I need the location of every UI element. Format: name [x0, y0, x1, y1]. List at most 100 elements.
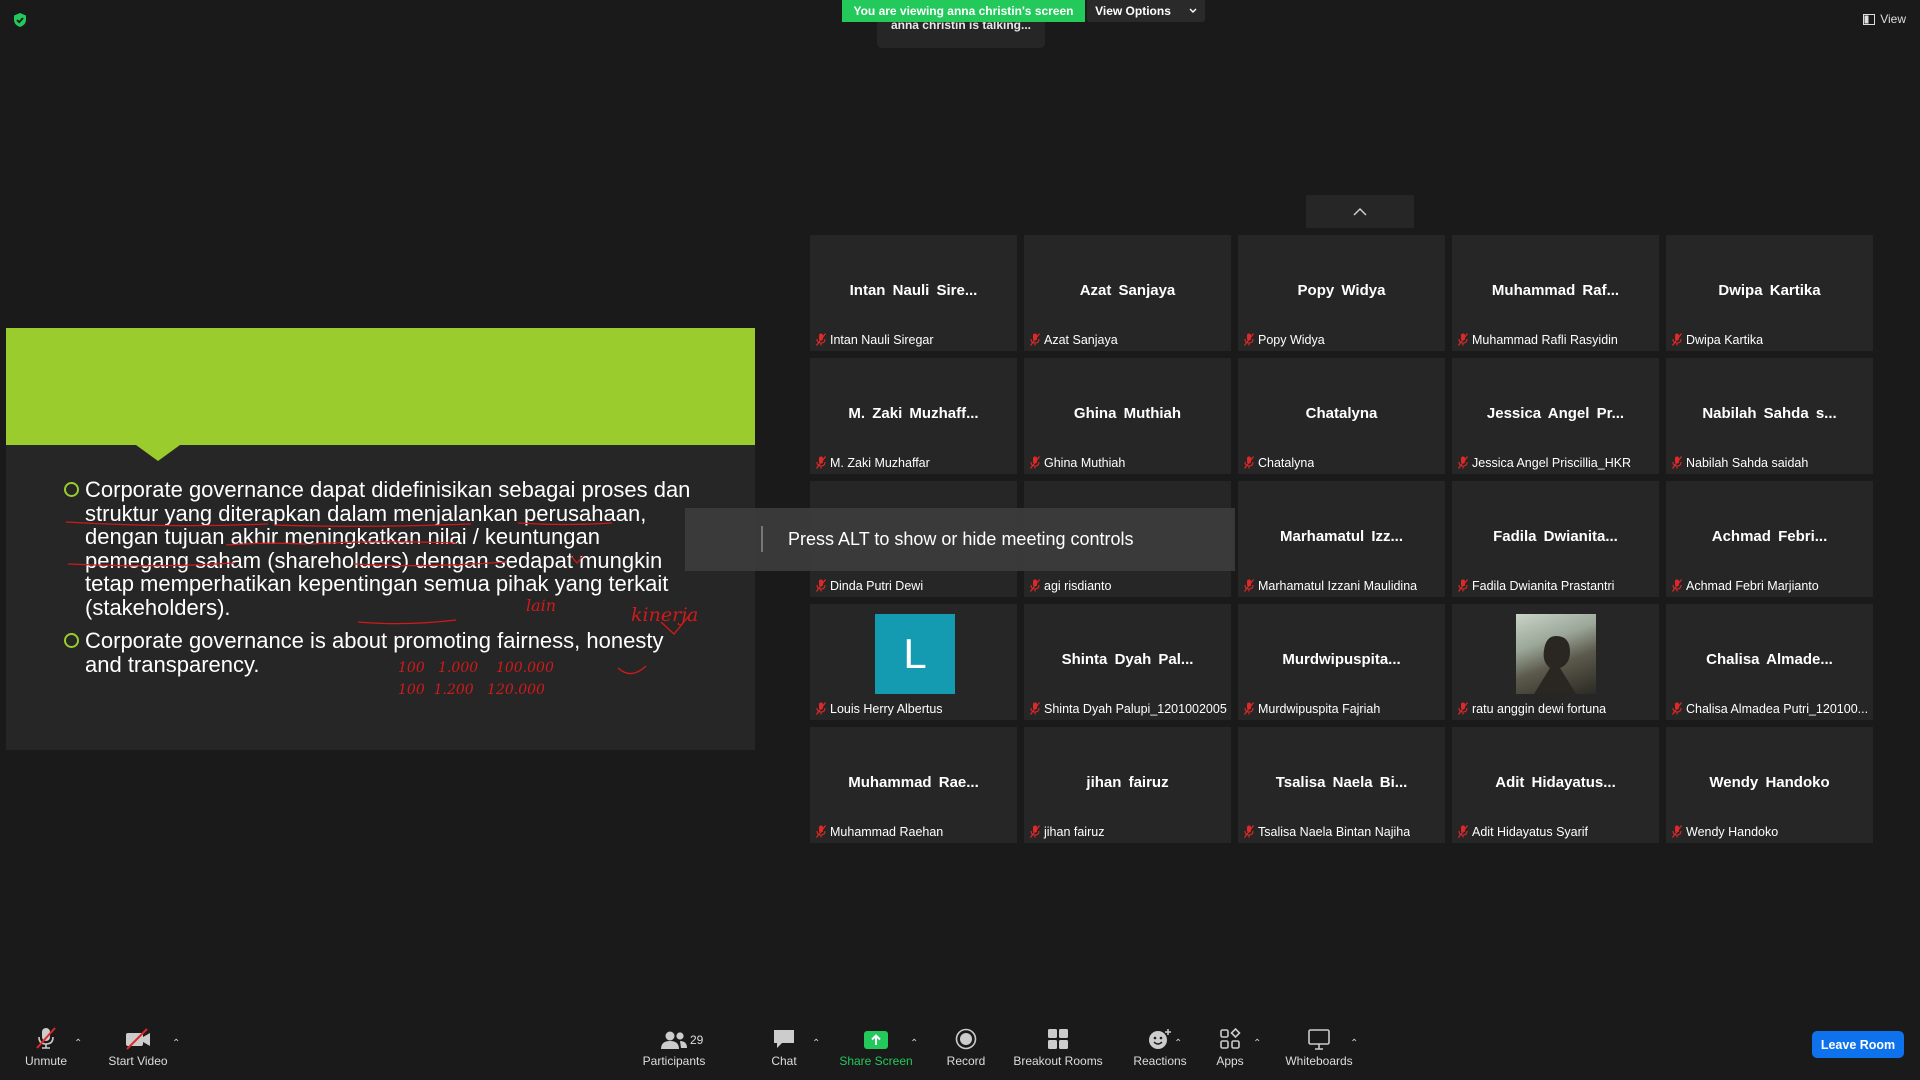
slide-bullet: Corporate governance is about promoting … [64, 629, 704, 676]
unmute-label: Unmute [24, 1054, 68, 1068]
participants-button[interactable]: 29 Participants [640, 1020, 708, 1080]
participant-display-name: Intan Nauli Sire... [849, 282, 978, 299]
smiley-reaction-icon [1149, 1029, 1171, 1049]
participant-name-tag: Popy Widya [1244, 331, 1325, 348]
participant-display-name: Nabilah Sahda s... [1702, 405, 1837, 422]
view-layout-button[interactable]: View [1863, 12, 1906, 26]
participant-name-tag: Wendy Handoko [1672, 823, 1778, 840]
participant-display-name: Jessica Angel Pr... [1486, 405, 1625, 422]
participant-name-tag: Achmad Febri Marjianto [1672, 577, 1819, 594]
participant-tile[interactable]: Tsalisa Naela Bi... Tsalisa Naela Bintan … [1238, 727, 1445, 843]
participant-display-name: Dwipa Kartika [1718, 282, 1821, 299]
participant-tile[interactable]: Intan Nauli Sire... Intan Nauli Siregar [810, 235, 1017, 351]
participant-display-name: Chalisa Almade... [1706, 651, 1833, 668]
participant-name-tag: Tsalisa Naela Bintan Najiha [1244, 823, 1410, 840]
participants-label: Participants [642, 1054, 706, 1068]
participant-name-tag: Louis Herry Albertus [816, 700, 943, 717]
leave-room-button[interactable]: Leave Room [1812, 1031, 1904, 1058]
participant-tile[interactable]: Nabilah Sahda s... Nabilah Sahda saidah [1666, 358, 1873, 474]
participant-name-tag: Jessica Angel Priscillia_HKR [1458, 454, 1631, 471]
participant-name-label: Fadila Dwianita Prastantri [1472, 578, 1615, 593]
microphone-muted-icon [1030, 825, 1040, 838]
apps-options-caret-icon[interactable]: ⌃ [1253, 1038, 1261, 1049]
participant-display-name: Muhammad Raf... [1491, 282, 1620, 299]
participant-tile[interactable]: ratu anggin dewi fortuna [1452, 604, 1659, 720]
participant-name-tag: Nabilah Sahda saidah [1672, 454, 1808, 471]
start-video-label: Start Video [108, 1054, 168, 1068]
breakout-rooms-button[interactable]: Breakout Rooms [1013, 1020, 1103, 1080]
participant-tile[interactable]: Azat Sanjaya Azat Sanjaya [1024, 235, 1231, 351]
whiteboards-options-caret-icon[interactable]: ⌃ [1350, 1038, 1358, 1049]
start-video-button[interactable]: Start Video [105, 1020, 171, 1080]
avatar-photo [1516, 614, 1596, 694]
participant-tile[interactable]: Fadila Dwianita... Fadila Dwianita Prasta… [1452, 481, 1659, 597]
participant-tile[interactable]: Murdwipuspita... Murdwipuspita Fajriah [1238, 604, 1445, 720]
participant-name-tag: Muhammad Rafli Rasyidin [1458, 331, 1618, 348]
participant-display-name: M. Zaki Muzhaff... [848, 405, 979, 422]
apps-icon [1220, 1028, 1241, 1049]
participant-tile[interactable]: Shinta Dyah Pal... Shinta Dyah Palupi_120… [1024, 604, 1231, 720]
reactions-options-caret-icon[interactable]: ⌃ [1174, 1038, 1182, 1049]
microphone-muted-icon [1672, 333, 1682, 346]
microphone-muted-icon [1030, 579, 1040, 592]
gallery-page-up-button[interactable] [1306, 195, 1414, 228]
shared-screen-slide: Corporate governance dapat didefinisikan… [6, 328, 755, 750]
participant-name-tag: Azat Sanjaya [1030, 331, 1118, 348]
view-options-button[interactable]: View Options [1087, 0, 1205, 22]
participant-tile[interactable]: Muhammad Raf... Muhammad Rafli Rasyidin [1452, 235, 1659, 351]
participant-name-label: Jessica Angel Priscillia_HKR [1472, 455, 1632, 470]
chat-button[interactable]: Chat [766, 1020, 802, 1080]
camera-off-icon [126, 1028, 150, 1050]
participant-name-tag: Shinta Dyah Palupi_1201002005 [1030, 700, 1227, 717]
participant-display-name: Chatalyna [1305, 405, 1378, 422]
participant-name-label: Nabilah Sahda saidah [1686, 455, 1809, 470]
participant-name-label: Intan Nauli Siregar [830, 332, 934, 347]
record-button[interactable]: Record [944, 1020, 988, 1080]
audio-options-caret-icon[interactable]: ⌃ [74, 1038, 82, 1049]
participant-display-name: Wendy Handoko [1709, 774, 1830, 791]
participant-name-label: Murdwipuspita Fajriah [1258, 701, 1381, 716]
participant-tile[interactable]: M. Zaki Muzhaff... M. Zaki Muzhaffar [810, 358, 1017, 474]
share-screen-button[interactable]: Share Screen [839, 1020, 913, 1080]
microphone-muted-icon [1458, 333, 1468, 346]
reactions-button[interactable]: Reactions [1130, 1020, 1190, 1080]
participant-name-tag: Fadila Dwianita Prastantri [1458, 577, 1614, 594]
chat-options-caret-icon[interactable]: ⌃ [812, 1038, 820, 1049]
participant-name-label: Achmad Febri Marjianto [1686, 578, 1819, 593]
microphone-muted-icon [36, 1027, 56, 1049]
zoom-meeting-window: anna christin is talking... You are view… [0, 0, 1920, 1080]
participant-tile[interactable]: Adit Hidayatus... Adit Hidayatus Syarif [1452, 727, 1659, 843]
participant-tile[interactable]: L Louis Herry Albertus [810, 604, 1017, 720]
chevron-up-icon [1353, 207, 1367, 216]
apps-button[interactable]: Apps [1210, 1020, 1250, 1080]
participant-tile[interactable]: Ghina Muthiah Ghina Muthiah [1024, 358, 1231, 474]
reactions-label: Reactions [1133, 1054, 1187, 1068]
participant-tile[interactable]: Dwipa Kartika Dwipa Kartika [1666, 235, 1873, 351]
participant-name-tag: Adit Hidayatus Syarif [1458, 823, 1588, 840]
participant-tile[interactable]: Jessica Angel Pr... Jessica Angel Priscil… [1452, 358, 1659, 474]
participant-tile[interactable]: Marhamatul Izz... Marhamatul Izzani Mauli… [1238, 481, 1445, 597]
slide-body: Corporate governance dapat didefinisikan… [64, 478, 704, 686]
whiteboards-button[interactable]: Whiteboards [1282, 1020, 1356, 1080]
participant-tile[interactable]: Chalisa Almade... Chalisa Almadea Putri_1… [1666, 604, 1873, 720]
participant-tile[interactable]: Muhammad Rae... Muhammad Raehan [810, 727, 1017, 843]
participant-name-tag: Chatalyna [1244, 454, 1314, 471]
participants-icon [661, 1031, 687, 1049]
encryption-shield-icon[interactable] [12, 12, 28, 28]
participant-tile[interactable]: Chatalyna Chatalyna [1238, 358, 1445, 474]
participant-name-label: Adit Hidayatus Syarif [1472, 824, 1589, 839]
participant-tile[interactable]: Achmad Febri... Achmad Febri Marjianto [1666, 481, 1873, 597]
video-options-caret-icon[interactable]: ⌃ [172, 1038, 180, 1049]
participant-name-label: Azat Sanjaya [1044, 332, 1118, 347]
participant-tile[interactable]: Wendy Handoko Wendy Handoko [1666, 727, 1873, 843]
participant-tile[interactable]: Popy Widya Popy Widya [1238, 235, 1445, 351]
chat-label: Chat [771, 1054, 797, 1068]
participant-name-tag: Marhamatul Izzani Maulidina [1244, 577, 1417, 594]
microphone-muted-icon [1672, 579, 1682, 592]
share-options-caret-icon[interactable]: ⌃ [910, 1038, 918, 1049]
unmute-button[interactable]: Unmute [18, 1020, 74, 1080]
participant-name-label: Wendy Handoko [1686, 824, 1779, 839]
participant-display-name: Fadila Dwianita... [1493, 528, 1618, 545]
participant-tile[interactable]: jihan fairuz jihan fairuz [1024, 727, 1231, 843]
microphone-muted-icon [1458, 456, 1468, 469]
